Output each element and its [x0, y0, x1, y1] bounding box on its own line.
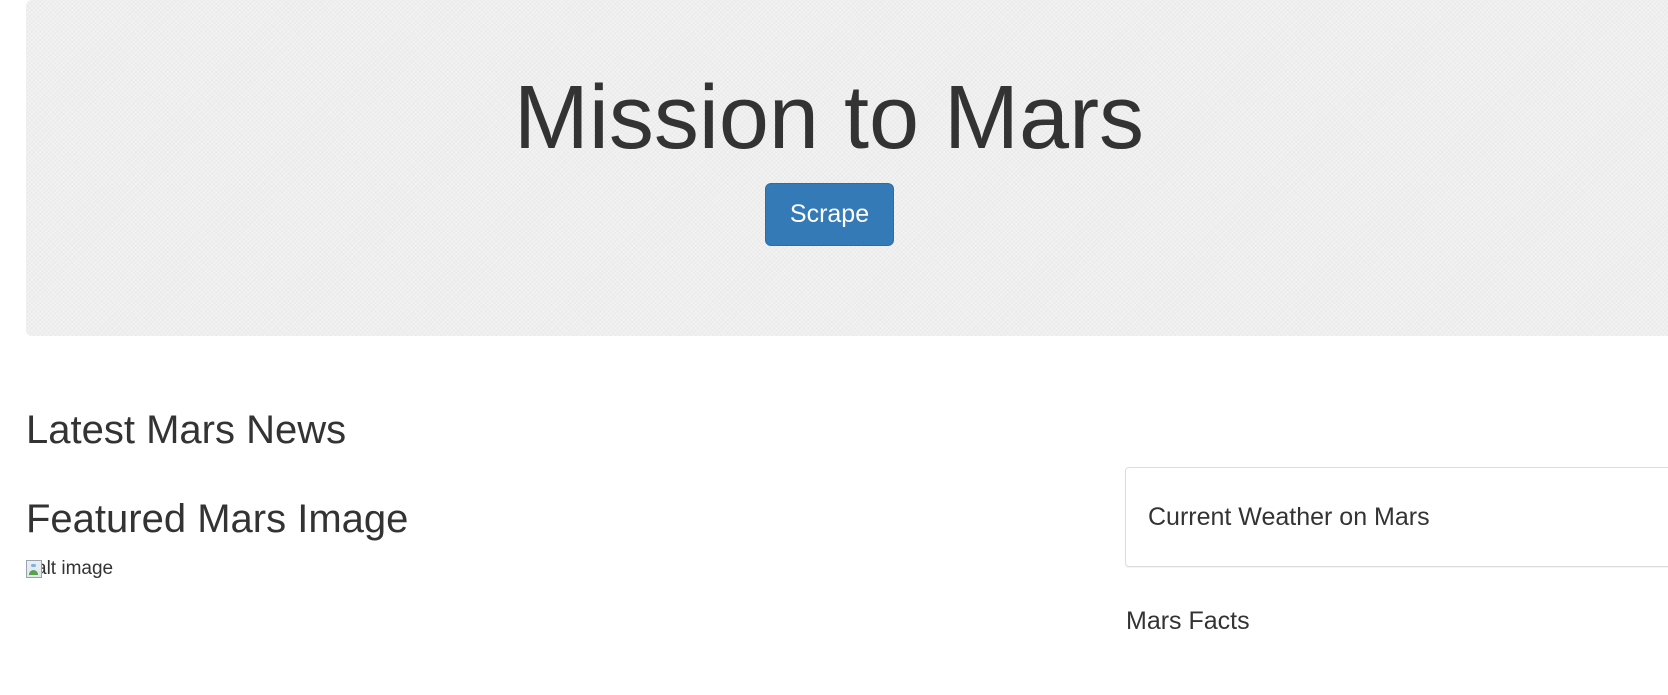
- mars-facts-heading: Mars Facts: [1126, 607, 1250, 635]
- featured-image: alt image: [26, 557, 113, 581]
- broken-image-icon: [26, 560, 42, 578]
- latest-news-heading: Latest Mars News: [26, 408, 347, 452]
- weather-panel: Current Weather on Mars: [1125, 467, 1668, 567]
- weather-heading: Current Weather on Mars: [1148, 503, 1430, 531]
- featured-image-alt-text: alt image: [36, 558, 114, 579]
- page-title: Mission to Mars: [513, 68, 1145, 168]
- scrape-button[interactable]: Scrape: [765, 183, 894, 246]
- featured-image-heading: Featured Mars Image: [26, 497, 409, 541]
